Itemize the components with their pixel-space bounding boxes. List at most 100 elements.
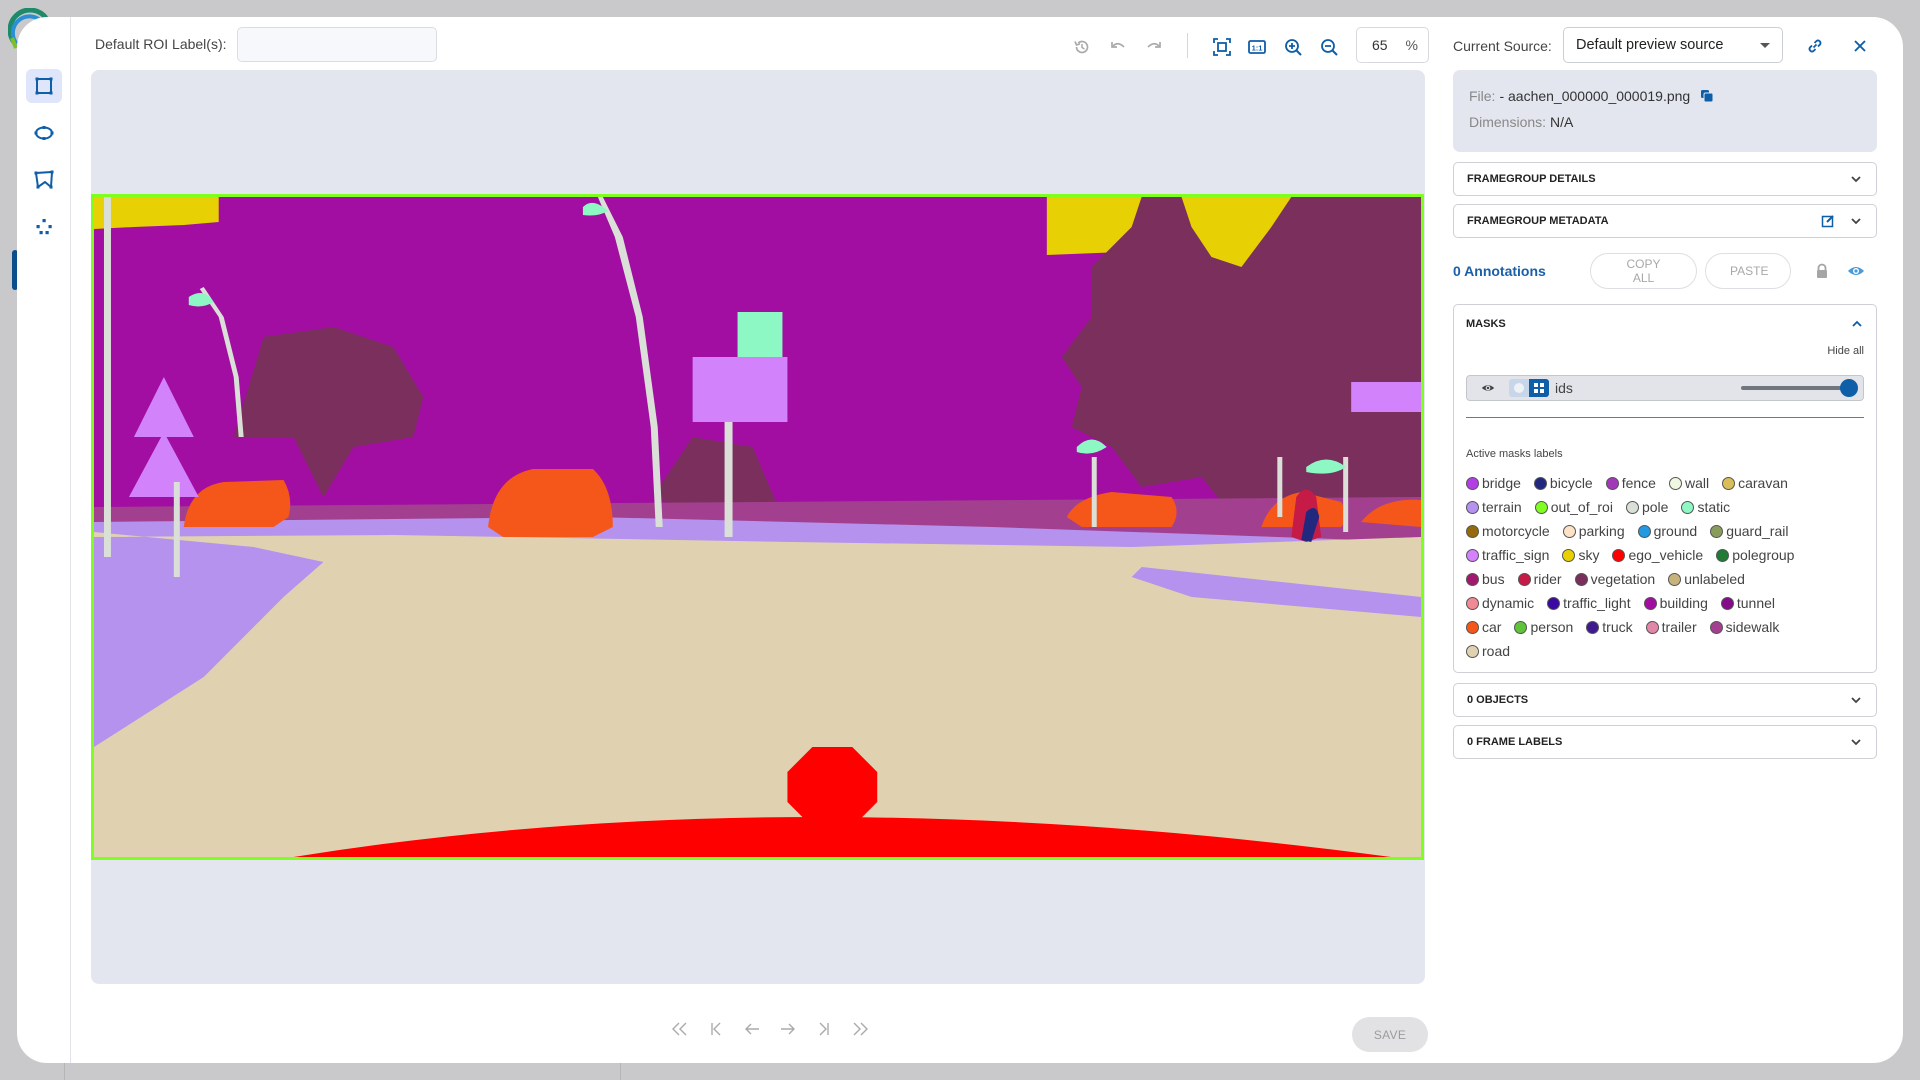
zoom-in-icon — [1285, 39, 1302, 56]
zoom-level-field[interactable]: % — [1356, 27, 1429, 63]
mask-drawing — [94, 197, 1421, 857]
mask-label-item[interactable]: wall — [1668, 474, 1709, 492]
mask-label-item[interactable]: vegetation — [1574, 570, 1655, 588]
mask-label-item[interactable]: traffic_light — [1547, 594, 1631, 612]
fit-to-screen-button[interactable] — [1209, 34, 1235, 60]
label-color-dot — [1645, 620, 1659, 634]
mask-label-item[interactable]: trailer — [1645, 618, 1697, 636]
label-color-dot — [1514, 620, 1528, 634]
mask-label-item[interactable]: ground — [1637, 522, 1698, 540]
undo-icon — [1111, 42, 1125, 48]
mask-label-item[interactable]: bicycle — [1533, 474, 1593, 492]
mask-label-item[interactable]: truck — [1586, 618, 1633, 636]
framegroup-details-title: FRAMEGROUP DETAILS — [1467, 173, 1596, 185]
mask-label-item[interactable]: person — [1514, 618, 1573, 636]
mask-label-item[interactable]: car — [1466, 618, 1501, 636]
undo-button[interactable] — [1105, 34, 1131, 60]
mask-label-item[interactable]: rider — [1517, 570, 1562, 588]
framegroup-details-accordion[interactable]: FRAMEGROUP DETAILS — [1453, 162, 1877, 196]
ellipse-icon — [34, 126, 54, 140]
mask-label-item[interactable]: caravan — [1722, 474, 1788, 492]
paste-button[interactable]: PASTE — [1705, 253, 1791, 289]
zoom-in-button[interactable] — [1280, 34, 1306, 60]
redo-button[interactable] — [1141, 34, 1167, 60]
dropdown-caret-icon — [1760, 42, 1770, 48]
pole-region — [1091, 457, 1097, 527]
first-frame-button[interactable] — [668, 1017, 692, 1041]
mask-label-item[interactable]: ego_vehicle — [1612, 546, 1703, 564]
reset-button[interactable] — [1069, 34, 1095, 60]
label-name: ego_vehicle — [1628, 547, 1704, 563]
copy-all-button[interactable]: COPY ALL — [1590, 253, 1697, 289]
double-right-icon — [853, 1022, 868, 1036]
mask-label-item[interactable]: bus — [1466, 570, 1505, 588]
overlay-mode-option[interactable] — [1509, 379, 1529, 397]
save-button[interactable]: SAVE — [1352, 1017, 1428, 1052]
close-button[interactable] — [1847, 33, 1873, 59]
mask-label-item[interactable]: out_of_roi — [1534, 498, 1613, 516]
mask-label-item[interactable]: static — [1681, 498, 1730, 516]
mask-label-item[interactable]: parking — [1562, 522, 1625, 540]
zoom-level-input[interactable] — [1372, 37, 1400, 53]
mask-label-item[interactable]: tunnel — [1720, 594, 1775, 612]
rectangle-tool-button[interactable] — [26, 69, 62, 103]
segmentation-mask-image[interactable] — [91, 194, 1424, 860]
label-name: sky — [1578, 547, 1600, 563]
mask-label-item[interactable]: bridge — [1466, 474, 1521, 492]
chevron-down-icon — [1851, 176, 1861, 183]
mask-label-item[interactable]: dynamic — [1466, 594, 1534, 612]
label-color-dot — [1722, 476, 1736, 490]
visibility-button[interactable] — [1845, 260, 1867, 282]
mask-label-item[interactable]: road — [1466, 642, 1510, 660]
edit-icon[interactable] — [1821, 214, 1835, 228]
label-name: dynamic — [1482, 595, 1535, 611]
image-canvas[interactable] — [91, 70, 1425, 984]
mask-label-item[interactable]: polegroup — [1716, 546, 1794, 564]
label-color-dot — [1720, 596, 1734, 610]
label-name: traffic_sign — [1482, 547, 1550, 563]
zoom-out-icon — [1321, 39, 1338, 56]
frame-labels-accordion[interactable]: 0 FRAME LABELS — [1453, 725, 1877, 759]
previous-frame-button[interactable] — [740, 1017, 764, 1041]
mask-opacity-slider[interactable] — [1741, 379, 1858, 397]
actual-size-button[interactable]: 1:1 — [1244, 34, 1270, 60]
mask-label-item[interactable]: sidewalk — [1709, 618, 1779, 636]
link-button[interactable] — [1802, 33, 1828, 59]
mask-label-item[interactable]: unlabeled — [1668, 570, 1745, 588]
previous-group-button[interactable] — [704, 1017, 728, 1041]
next-frame-button[interactable] — [776, 1017, 800, 1041]
eye-icon[interactable] — [1481, 381, 1495, 395]
grid-mode-option[interactable] — [1529, 379, 1549, 397]
frame-navigation — [668, 1017, 872, 1041]
polygon-tool-button[interactable] — [26, 163, 62, 197]
next-group-button[interactable] — [812, 1017, 836, 1041]
label-name: bridge — [1482, 475, 1521, 491]
mask-label-item[interactable]: pole — [1625, 498, 1668, 516]
mask-label-item[interactable]: motorcycle — [1466, 522, 1550, 540]
framegroup-metadata-accordion[interactable]: FRAMEGROUP METADATA — [1453, 204, 1877, 238]
objects-accordion[interactable]: 0 OBJECTS — [1453, 683, 1877, 717]
label-name: motorcycle — [1482, 523, 1550, 539]
mask-label-item[interactable]: traffic_sign — [1466, 546, 1549, 564]
last-frame-button[interactable] — [848, 1017, 872, 1041]
label-name: bicycle — [1549, 475, 1593, 491]
mask-label-item[interactable]: sky — [1562, 546, 1599, 564]
ellipse-tool-button[interactable] — [26, 116, 62, 150]
masks-header[interactable]: MASKS — [1466, 305, 1864, 343]
label-name: parking — [1578, 523, 1625, 539]
label-name: building — [1659, 595, 1708, 611]
mask-label-item[interactable]: terrain — [1466, 498, 1522, 516]
mask-label-item[interactable]: fence — [1605, 474, 1656, 492]
label-name: ground — [1653, 523, 1698, 539]
mask-label-item[interactable]: building — [1643, 594, 1708, 612]
lock-button[interactable] — [1811, 260, 1833, 282]
mask-label-item[interactable]: guard_rail — [1710, 522, 1788, 540]
points-tool-button[interactable] — [26, 210, 62, 244]
mask-display-toggle[interactable] — [1509, 379, 1549, 397]
hide-all-link[interactable]: Hide all — [1466, 345, 1864, 357]
source-select[interactable]: Default preview source — [1563, 27, 1783, 63]
copy-icon[interactable] — [1700, 89, 1714, 103]
zoom-out-button[interactable] — [1316, 34, 1342, 60]
roi-label-input[interactable] — [237, 27, 437, 62]
slider-knob[interactable] — [1840, 379, 1858, 397]
